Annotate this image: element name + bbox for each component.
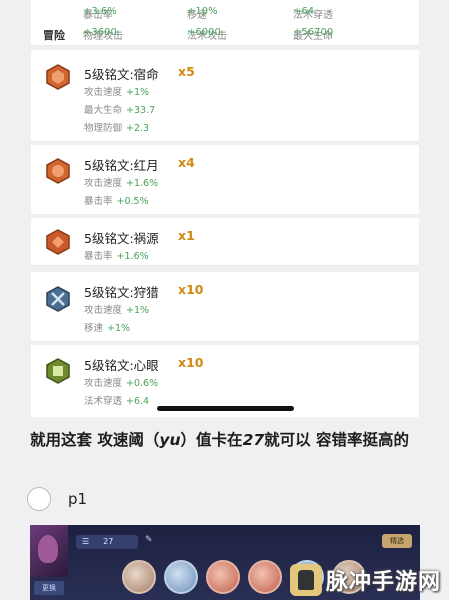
rune-stat: 物理防御 +2.3 [84,123,150,134]
list-icon: ☰ [82,537,90,546]
rune-name: 5级铭文:祸源 [84,231,159,246]
change-button[interactable]: 更换 [34,581,64,595]
rune-stat: 攻击速度 +1% [84,87,150,98]
rune-slot[interactable] [164,560,198,594]
red-rune-icon [45,158,71,184]
rune-item-huoyuan[interactable]: 5级铭文:祸源 x1 暴击率 +1.6% [31,218,419,266]
question-text: 就用这套 攻速阈（yu）值卡在27就可以 容错率挺高的 [30,431,410,449]
hero-avatar [30,525,68,577]
rune-count: x10 [178,282,204,297]
option-radio[interactable] [27,487,51,511]
summary-row-1: 暴击率 +3.6% 移速 +10% 法术穿透 +64 [31,6,419,21]
watermark: 脉冲手游网 [289,564,441,596]
rune-slot[interactable] [206,560,240,594]
scroll-indicator[interactable] [157,406,294,411]
rune-stat: 攻击速度 +1.6% [84,178,159,189]
stat-value: +56700 [293,27,334,38]
rune-stat: 移速 +1% [84,323,131,334]
option-label[interactable]: p1 [68,490,87,508]
rune-stat: 暴击率 +0.5% [84,196,149,207]
stat-value: +64 [293,6,315,17]
rune-item-suming[interactable]: 5级铭文:宿命 x5 攻击速度 +1% 最大生命 +33.7 物理防御 +2.3 [31,50,419,142]
stat-value: +10% [187,6,218,17]
rune-slot[interactable] [122,560,156,594]
featured-button[interactable]: 精选 [382,534,412,548]
summary-row-2: 冒险 物理攻击 +3600 法术攻击 +6000 最大生命 +56700 [31,27,419,42]
rune-item-hongyue[interactable]: 5级铭文:红月 x4 攻击速度 +1.6% 暴击率 +0.5% [31,145,419,215]
rune-count: x5 [178,64,195,79]
rune-stat: 攻击速度 +1% [84,305,150,316]
rune-name: 5级铭文:心眼 [84,358,159,373]
rune-slot[interactable] [248,560,282,594]
rune-summary-card: 暴击率 +3.6% 移速 +10% 法术穿透 +64 冒险 物理攻击 +3600… [31,0,419,46]
rune-item-shoulie[interactable]: 5级铭文:狩猎 x10 攻击速度 +1% 移速 +1% [31,272,419,342]
red-rune-icon [45,64,71,90]
stat-value: +3600 [83,27,117,38]
rune-stat: 最大生命 +33.7 [84,105,156,116]
red-rune-icon [45,229,71,255]
blue-rune-icon [45,286,71,312]
stat-value: +6000 [187,27,221,38]
rune-stat: 攻击速度 +0.6% [84,378,159,389]
rune-name: 5级铭文:红月 [84,158,159,173]
rune-stat: 暴击率 +1.6% [84,251,149,262]
green-rune-icon [45,358,71,384]
rune-count: x4 [178,155,195,170]
stat-value: +3.6% [83,6,117,17]
rune-name: 5级铭文:狩猎 [84,285,159,300]
rune-stat: 法术穿透 +6.4 [84,396,150,407]
pencil-icon[interactable]: ✎ [145,535,153,545]
watermark-logo-icon [289,564,322,596]
rune-name: 5级铭文:宿命 [84,67,159,82]
rune-count: x1 [178,228,195,243]
rune-page-count: ☰ 27 [76,535,138,549]
mode-label: 冒险 [43,29,65,42]
rune-count: x10 [178,355,204,370]
watermark-text: 脉冲手游网 [325,570,441,595]
